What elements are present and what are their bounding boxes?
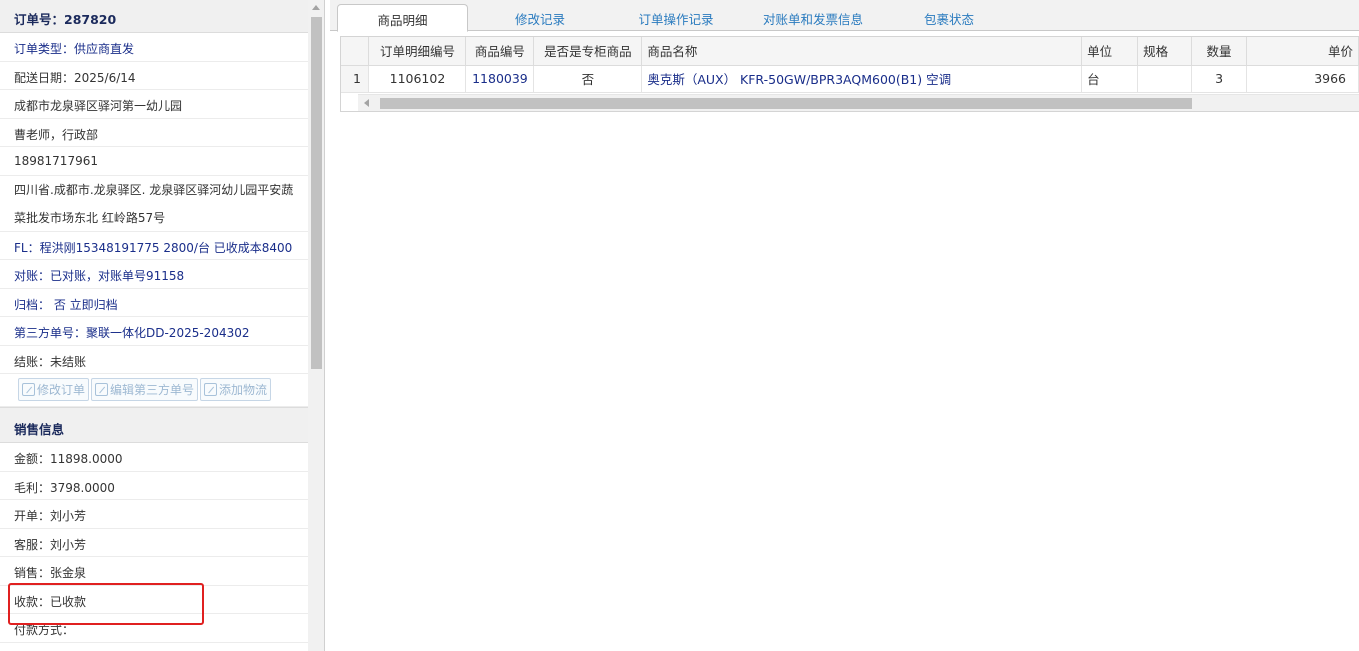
left-scrollbar-thumb[interactable] <box>311 17 322 369</box>
tab-bar: 商品明细 修改记录 订单操作记录 对账单和发票信息 包裹状态 <box>330 0 1359 32</box>
detail-no-cell: 1106102 <box>368 65 467 93</box>
table-row[interactable]: 1 1106102 1180039 否 奥克斯（AUX） KFR-50GW/BP… <box>341 65 1359 93</box>
product-table: 订单明细编号 商品编号 是否是专柜商品 商品名称 单位 规格 数量 单价 1 1… <box>341 37 1359 93</box>
reconcile-status[interactable]: 对账：已对账，对账单号91158 <box>0 260 308 289</box>
column-header-row-number <box>341 37 370 66</box>
add-logistics-button[interactable]: 添加物流 <box>200 378 272 401</box>
salesperson: 销售：张金泉 <box>0 557 308 586</box>
delivery-address-full: 四川省.成都市.龙泉驿区. 龙泉驿区驿河幼儿园平安蔬菜批发市场东北 红岭路57号 <box>0 176 308 232</box>
quantity-cell: 3 <box>1191 65 1248 93</box>
unit-cell: 台 <box>1081 65 1139 93</box>
highlight-box <box>8 583 204 625</box>
tab-order-operation-log[interactable]: 订单操作记录 <box>615 4 737 31</box>
spec-cell <box>1137 65 1193 93</box>
column-header[interactable]: 数量 <box>1191 37 1248 66</box>
edit-third-party-button[interactable]: 编辑第三方单号 <box>91 378 199 401</box>
tab-product-details[interactable]: 商品明细 <box>337 4 468 32</box>
column-header[interactable]: 单位 <box>1081 37 1139 66</box>
edit-icon <box>95 383 109 396</box>
sales-info-header: 销售信息 <box>0 407 308 443</box>
grid-horizontal-scrollbar[interactable] <box>358 94 1359 111</box>
edit-icon <box>22 383 35 396</box>
edit-third-party-label: 编辑第三方单号 <box>110 383 195 397</box>
scroll-up-icon[interactable] <box>312 5 320 10</box>
column-header[interactable]: 订单明细编号 <box>368 37 467 66</box>
order-action-buttons: 修改订单 编辑第三方单号 添加物流 <box>0 374 308 407</box>
tab-statement-invoice[interactable]: 对账单和发票信息 <box>750 4 876 31</box>
delivery-address-short: 成都市龙泉驿区驿河第一幼儿园 <box>0 90 308 119</box>
order-info-list: 订单号：287820 订单类型：供应商直发 配送日期：2025/6/14 成都市… <box>0 0 308 651</box>
column-header[interactable]: 单价 <box>1246 37 1359 66</box>
column-header[interactable]: 商品编号 <box>465 37 535 66</box>
order-number-header: 订单号：287820 <box>0 0 308 33</box>
tab-change-log[interactable]: 修改记录 <box>492 4 588 31</box>
product-no-link[interactable]: 1180039 <box>465 65 535 93</box>
add-logistics-label: 添加物流 <box>219 383 268 397</box>
column-header[interactable]: 规格 <box>1137 37 1193 66</box>
left-scrollbar[interactable] <box>308 0 324 651</box>
fl-note: FL：程洪刚15348191775 2800/台 已收成本8400 <box>0 232 308 260</box>
archive-status[interactable]: 归档： 否 立即归档 <box>0 289 308 317</box>
edit-order-label: 修改订单 <box>37 383 86 397</box>
contact-phone: 18981717961 <box>0 147 308 176</box>
edit-icon <box>204 383 218 396</box>
gross-profit: 毛利：3798.0000 <box>0 472 308 500</box>
tab-package-status[interactable]: 包裹状态 <box>905 4 993 31</box>
column-header[interactable]: 商品名称 <box>641 37 1083 66</box>
sales-amount: 金额：11898.0000 <box>0 443 308 472</box>
unit-price-cell: 3966 <box>1246 65 1359 93</box>
contact-person: 曹老师，行政部 <box>0 119 308 147</box>
settlement-status: 结账：未结账 <box>0 346 308 374</box>
grid-scrollbar-thumb[interactable] <box>380 98 1192 109</box>
detail-tabs-panel: 商品明细 修改记录 订单操作记录 对账单和发票信息 包裹状态 订单明细编号 商品… <box>330 0 1359 651</box>
row-number: 1 <box>341 65 370 93</box>
order-type: 订单类型：供应商直发 <box>0 33 308 62</box>
delivery-date: 配送日期：2025/6/14 <box>0 62 308 90</box>
third-party-order-no: 第三方单号：聚联一体化DD-2025-204302 <box>0 317 308 346</box>
edit-order-button[interactable]: 修改订单 <box>18 378 90 401</box>
product-name-link[interactable]: 奥克斯（AUX） KFR-50GW/BPR3AQM600(B1) 空调 <box>641 65 1083 93</box>
column-header[interactable]: 是否是专柜商品 <box>533 37 643 66</box>
issuer: 开单：刘小芳 <box>0 500 308 529</box>
is-counter-cell: 否 <box>533 65 643 93</box>
customer-service: 客服：刘小芳 <box>0 529 308 557</box>
table-header-row: 订单明细编号 商品编号 是否是专柜商品 商品名称 单位 规格 数量 单价 <box>341 37 1359 66</box>
order-detail-panel: 订单号：287820 订单类型：供应商直发 配送日期：2025/6/14 成都市… <box>0 0 325 651</box>
scroll-left-icon[interactable] <box>364 99 369 107</box>
